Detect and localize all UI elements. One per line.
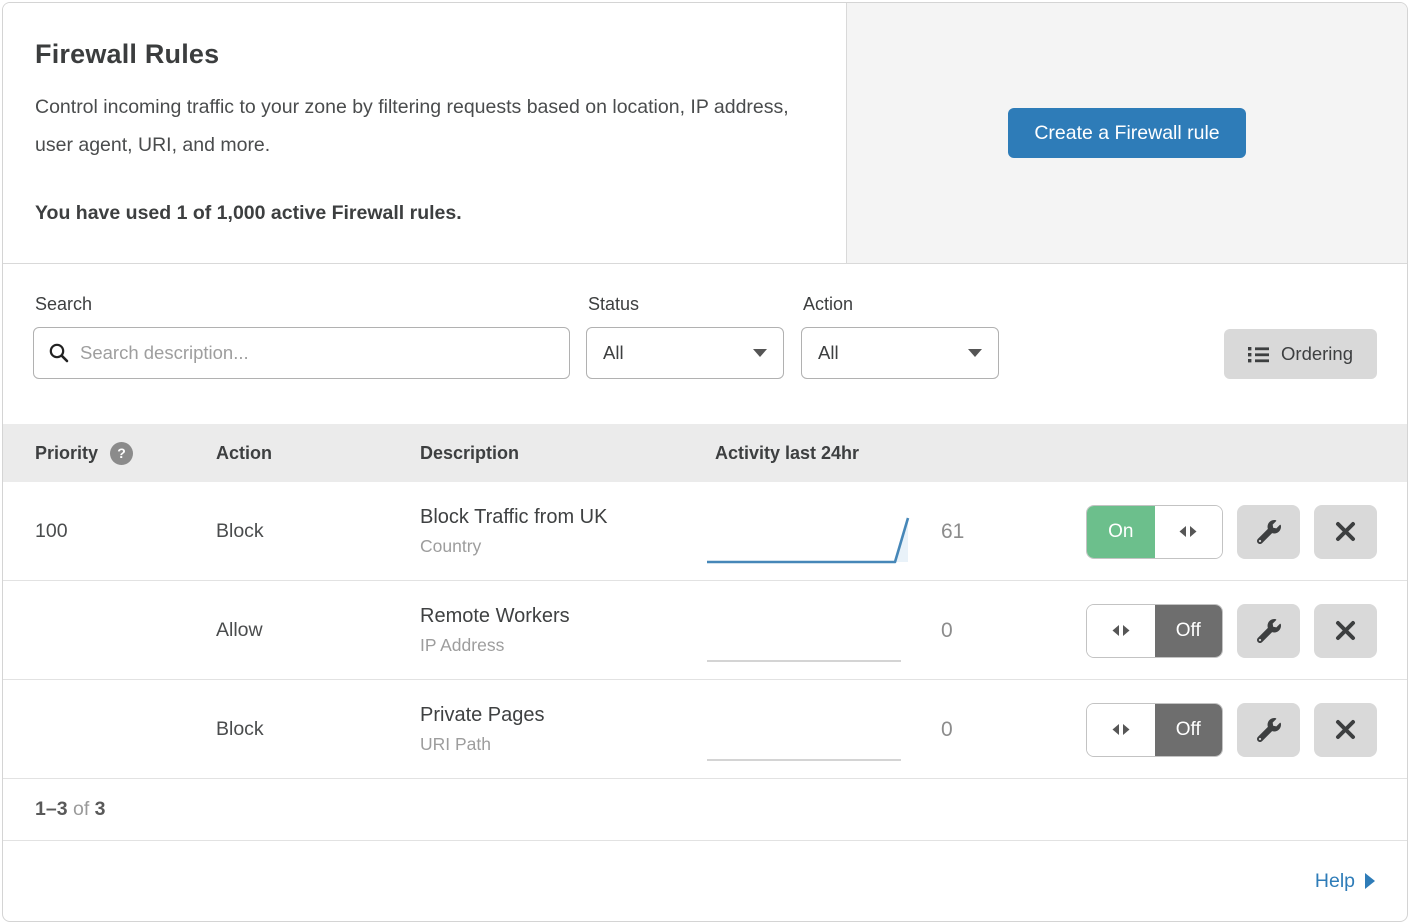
rule-name: Block Traffic from UK [420, 506, 705, 529]
column-priority-label: Priority [35, 443, 98, 464]
wrench-icon [1257, 520, 1281, 544]
filter-bar: Search Status All Action All [3, 264, 1407, 424]
action-select[interactable]: All [801, 327, 999, 379]
rule-type: URI Path [420, 734, 705, 755]
x-icon [1335, 620, 1356, 641]
search-icon [48, 342, 70, 364]
ordering-button[interactable]: Ordering [1224, 329, 1377, 379]
rule-controls: Off [1030, 703, 1377, 757]
header-action-panel: Create a Firewall rule [846, 3, 1407, 263]
status-select-value: All [603, 342, 624, 364]
action-filter: Action All [801, 294, 999, 424]
action-select-value: All [818, 342, 839, 364]
list-icon [1248, 346, 1269, 363]
rule-priority: 100 [35, 520, 216, 543]
table-row: Block Private Pages URI Path 0 Off [3, 680, 1407, 779]
help-link-label: Help [1315, 870, 1355, 893]
ordering-button-label: Ordering [1281, 343, 1353, 365]
search-label: Search [33, 294, 570, 315]
delete-rule-button[interactable] [1314, 703, 1377, 757]
status-label: Status [586, 294, 784, 315]
header-section: Firewall Rules Control incoming traffic … [3, 3, 1407, 264]
pagination-total: 3 [95, 798, 106, 821]
rule-enabled-toggle[interactable]: On [1086, 505, 1223, 559]
chevron-down-icon [968, 349, 982, 357]
edit-rule-button[interactable] [1237, 703, 1300, 757]
column-action: Action [216, 443, 420, 464]
rule-action: Allow [216, 619, 420, 642]
rule-description: Block Traffic from UK Country [420, 506, 705, 557]
x-icon [1335, 719, 1356, 740]
pagination-range: 1–3 [35, 798, 68, 821]
rule-type: IP Address [420, 635, 705, 656]
activity-sparkline [705, 581, 915, 680]
rule-enabled-toggle[interactable]: Off [1086, 703, 1223, 757]
edit-rule-button[interactable] [1237, 604, 1300, 658]
rule-enabled-toggle[interactable]: Off [1086, 604, 1223, 658]
column-priority: Priority ? [35, 442, 216, 465]
status-select[interactable]: All [586, 327, 784, 379]
wrench-icon [1257, 718, 1281, 742]
delete-rule-button[interactable] [1314, 505, 1377, 559]
header-text-block: Firewall Rules Control incoming traffic … [3, 3, 846, 263]
arrow-right-icon [1365, 873, 1375, 889]
status-filter: Status All [586, 294, 784, 424]
action-label: Action [801, 294, 999, 315]
search-filter: Search [33, 294, 570, 424]
rule-name: Private Pages [420, 704, 705, 727]
wrench-icon [1257, 619, 1281, 643]
rule-description: Remote Workers IP Address [420, 605, 705, 656]
x-icon [1335, 521, 1356, 542]
help-row: Help [3, 841, 1407, 921]
page-title: Firewall Rules [35, 39, 806, 70]
activity-sparkline [705, 680, 915, 779]
firewall-rules-card: Firewall Rules Control incoming traffic … [2, 2, 1408, 922]
rule-action: Block [216, 520, 420, 543]
edit-rule-button[interactable] [1237, 505, 1300, 559]
activity-count: 61 [915, 520, 1030, 544]
activity-count: 0 [915, 718, 1030, 742]
usage-note: You have used 1 of 1,000 active Firewall… [35, 202, 806, 225]
toggle-off-label: Off [1155, 704, 1223, 756]
activity-sparkline [705, 482, 915, 581]
delete-rule-button[interactable] [1314, 604, 1377, 658]
search-box[interactable] [33, 327, 570, 379]
chevron-down-icon [753, 349, 767, 357]
rule-description: Private Pages URI Path [420, 704, 705, 755]
table-row: Allow Remote Workers IP Address 0 Off [3, 581, 1407, 680]
left-right-arrows-icon [1087, 704, 1155, 756]
rule-name: Remote Workers [420, 605, 705, 628]
activity-count: 0 [915, 619, 1030, 643]
rule-controls: Off [1030, 604, 1377, 658]
create-firewall-rule-button[interactable]: Create a Firewall rule [1008, 108, 1245, 158]
help-link[interactable]: Help [1315, 870, 1375, 893]
table-row: 100 Block Block Traffic from UK Country … [3, 482, 1407, 581]
pagination-of: of [73, 798, 89, 821]
toggle-on-label: On [1087, 506, 1155, 558]
toggle-off-label: Off [1155, 605, 1223, 657]
rule-type: Country [420, 536, 705, 557]
ordering-wrap: Ordering [1016, 294, 1377, 424]
left-right-arrows-icon [1087, 605, 1155, 657]
page-description: Control incoming traffic to your zone by… [35, 88, 805, 164]
rule-action: Block [216, 718, 420, 741]
pagination: 1–3 of 3 [3, 779, 1407, 841]
column-activity: Activity last 24hr [705, 443, 1377, 464]
rule-controls: On [1030, 505, 1377, 559]
table-header: Priority ? Action Description Activity l… [3, 424, 1407, 482]
priority-help-icon[interactable]: ? [110, 442, 133, 465]
search-input[interactable] [80, 342, 555, 364]
column-description: Description [420, 443, 705, 464]
left-right-arrows-icon [1155, 506, 1223, 558]
